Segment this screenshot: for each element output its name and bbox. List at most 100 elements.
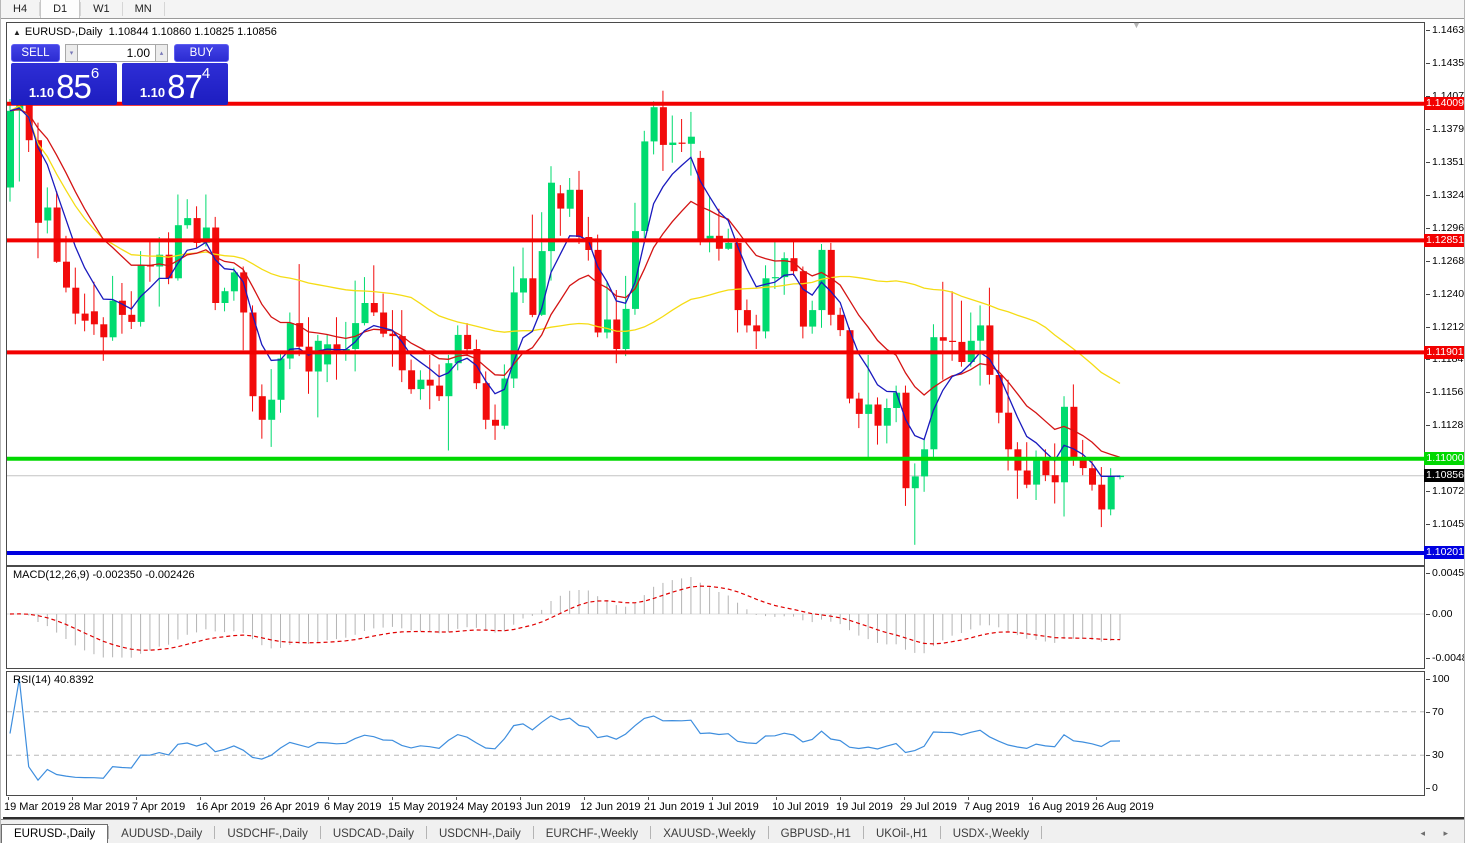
price-axis[interactable]: 1.146351.143551.140751.137951.135151.132… [1426, 19, 1465, 644]
chart-tab-usdcad-daily[interactable]: USDCAD-,Daily [321, 825, 426, 843]
macd-tick: 0.00 [1432, 608, 1452, 620]
date-tick: 19 Mar 2019 [4, 801, 66, 813]
price-tick: 1.13515 [1432, 156, 1465, 168]
price-chart-panel[interactable]: ▲EURUSD-,Daily 1.10844 1.10860 1.10825 1… [6, 22, 1425, 566]
time-tick-mark [648, 797, 649, 800]
rsi-label: RSI(14) 40.8392 [13, 674, 94, 686]
time-tick-mark [584, 797, 585, 800]
axis-tick-mark [1426, 228, 1430, 229]
sell-price-pip: 6 [91, 66, 99, 81]
date-tick: 1 Jul 2019 [708, 801, 759, 813]
chart-window: ▲EURUSD-,Daily 1.10844 1.10860 1.10825 1… [3, 19, 1464, 819]
price-tick: 1.11285 [1432, 419, 1465, 431]
volume-increase-button[interactable]: ▴ [155, 44, 168, 62]
time-tick-mark [264, 797, 265, 800]
chart-tab-xauusd-weekly[interactable]: XAUUSD-,Weekly [651, 825, 767, 843]
axis-tick-mark [1426, 162, 1430, 163]
tab-separator [1041, 826, 1042, 839]
chart-tab-usdx-weekly[interactable]: USDX-,Weekly [941, 825, 1041, 843]
price-tick: 1.14355 [1432, 57, 1465, 69]
chart-expand-icon[interactable]: ▲ [13, 28, 21, 37]
buy-price-prefix: 1.10 [140, 83, 165, 103]
axis-tick-mark [1426, 658, 1430, 659]
axis-tick-mark [1426, 524, 1430, 525]
chart-tab-eurusd-daily[interactable]: EURUSD-,Daily [1, 824, 108, 843]
buy-price-display[interactable]: 1.10 87 4 [122, 63, 228, 105]
price-tick: 1.11565 [1432, 386, 1465, 398]
rsi-tick: 100 [1432, 673, 1450, 685]
level-price-badge: 1.11000 [1424, 452, 1465, 465]
time-tick-mark [8, 797, 9, 800]
axis-tick-mark [1426, 679, 1430, 680]
chart-tab-usdchf-daily[interactable]: USDCHF-,Daily [215, 825, 320, 843]
date-tick: 26 Apr 2019 [260, 801, 319, 813]
timeframe-button-mn[interactable]: MN [123, 0, 164, 18]
time-tick-mark [136, 797, 137, 800]
axis-tick-mark [1426, 712, 1430, 713]
axis-tick-mark [1426, 63, 1430, 64]
toolbar-separator [164, 2, 165, 16]
macd-tick: 0.004517 [1432, 567, 1465, 579]
chart-tab-bar: EURUSD-,DailyAUDUSD-,DailyUSDCHF-,DailyU… [1, 819, 1465, 843]
sell-price-main: 85 [56, 70, 91, 103]
collapse-panel-icon[interactable]: ▼ [1132, 20, 1141, 30]
chart-tab-usdcnh-daily[interactable]: USDCNH-,Daily [427, 825, 533, 843]
date-tick: 7 Apr 2019 [132, 801, 185, 813]
axis-tick-mark [1426, 261, 1430, 262]
volume-input[interactable]: 1.00 [78, 44, 155, 62]
axis-tick-mark [1426, 129, 1430, 130]
time-tick-mark [1032, 797, 1033, 800]
timeframe-button-h4[interactable]: H4 [1, 0, 39, 18]
rsi-tick: 30 [1432, 749, 1444, 761]
timeframe-toolbar: H4D1W1MN [1, 0, 1465, 19]
price-tick: 1.13240 [1432, 189, 1465, 201]
level-price-badge: 1.11901 [1424, 346, 1465, 359]
chart-tab-ukoil-h1[interactable]: UKOil-,H1 [864, 825, 940, 843]
price-tick: 1.12960 [1432, 222, 1465, 234]
buy-price-pip: 4 [202, 66, 210, 81]
price-tick: 1.14635 [1432, 24, 1465, 36]
one-click-trade-widget: SELL ▾ 1.00 ▴ BUY 1.10 85 6 1.10 87 4 [11, 44, 229, 105]
time-tick-mark [1096, 797, 1097, 800]
price-tick: 1.12680 [1432, 255, 1465, 267]
chart-tab-audusd-daily[interactable]: AUDUSD-,Daily [109, 825, 214, 843]
time-tick-mark [776, 797, 777, 800]
buy-price-main: 87 [167, 70, 202, 103]
volume-decrease-button[interactable]: ▾ [65, 44, 78, 62]
timeframe-button-d1[interactable]: D1 [40, 0, 80, 18]
buy-button[interactable]: BUY [174, 44, 229, 62]
time-tick-mark [968, 797, 969, 800]
mt4-terminal: H4D1W1MN ▲EURUSD-,Daily 1.10844 1.10860 … [0, 0, 1465, 843]
time-tick-mark [392, 797, 393, 800]
date-tick: 26 Aug 2019 [1092, 801, 1154, 813]
time-tick-mark [904, 797, 905, 800]
date-tick: 21 Jun 2019 [644, 801, 705, 813]
current-price-badge: 1.10856 [1424, 469, 1465, 482]
date-tick: 12 Jun 2019 [580, 801, 641, 813]
macd-indicator-panel[interactable]: MACD(12,26,9) -0.002350 -0.002426 [6, 566, 1425, 669]
time-tick-mark [520, 797, 521, 800]
chart-tab-gbpusd-h1[interactable]: GBPUSD-,H1 [769, 825, 863, 843]
axis-tick-mark [1426, 359, 1430, 360]
sell-price-prefix: 1.10 [29, 83, 54, 103]
rsi-indicator-panel[interactable]: RSI(14) 40.8392 [6, 671, 1425, 796]
rsi-tick: 0 [1432, 782, 1438, 794]
time-tick-mark [456, 797, 457, 800]
level-price-badge: 1.10201 [1424, 546, 1465, 559]
rsi-tick: 70 [1432, 706, 1444, 718]
sell-price-display[interactable]: 1.10 85 6 [11, 63, 117, 105]
macd-label: MACD(12,26,9) -0.002350 -0.002426 [13, 569, 195, 581]
time-axis[interactable]: 19 Mar 201928 Mar 20197 Apr 2019 16 Apr 2… [3, 797, 1464, 817]
date-tick: 28 Mar 2019 [68, 801, 130, 813]
tab-scroll-arrows[interactable]: ◂ ▸ [1420, 828, 1456, 839]
date-tick: 16 Apr 2019 [196, 801, 255, 813]
axis-tick-mark [1426, 491, 1430, 492]
date-tick: 10 Jul 2019 [772, 801, 829, 813]
chart-tab-eurchf-weekly[interactable]: EURCHF-,Weekly [534, 825, 650, 843]
axis-tick-mark [1426, 30, 1430, 31]
timeframe-button-w1[interactable]: W1 [81, 0, 122, 18]
date-tick: 24 May 2019 [452, 801, 516, 813]
date-tick: 7 Aug 2019 [964, 801, 1020, 813]
price-tick: 1.12400 [1432, 288, 1465, 300]
sell-button[interactable]: SELL [11, 44, 60, 62]
